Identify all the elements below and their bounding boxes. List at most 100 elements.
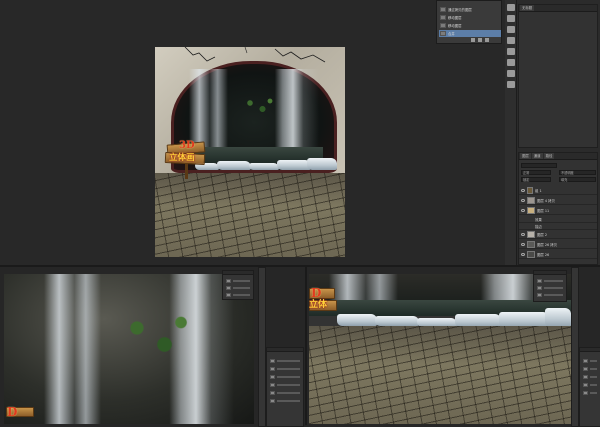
mini-row <box>226 292 250 297</box>
layer-row[interactable]: 图层 26 拷贝 <box>519 240 597 249</box>
pavement-closeup[interactable]: D 立体 <box>309 274 571 424</box>
properties-tabs: 无标题 <box>519 5 597 12</box>
layer-effect-row[interactable]: 效果 <box>519 216 597 223</box>
stone-pavement <box>309 326 571 424</box>
mini-label <box>277 399 300 402</box>
mini-label <box>233 293 250 296</box>
tab-channels[interactable]: 通道 <box>531 153 543 159</box>
document-canvas[interactable]: 3D 立体画 <box>155 47 345 257</box>
mini-row <box>583 374 597 379</box>
mini-label <box>277 359 300 362</box>
mini-layers <box>266 347 304 427</box>
history-icon[interactable] <box>507 4 515 11</box>
history-item-label: 移动图层 <box>448 24 462 28</box>
history-item-selected[interactable]: 合并 <box>439 30 501 37</box>
mini-label <box>544 286 563 289</box>
mini-label <box>544 293 563 296</box>
mini-label <box>590 367 597 370</box>
swatches-icon[interactable] <box>507 37 515 44</box>
tab-paths[interactable]: 路径 <box>543 153 555 159</box>
mini-label <box>544 279 563 282</box>
stone-pavement <box>155 173 345 257</box>
mini-thumb <box>583 390 588 395</box>
mini-row <box>583 366 597 371</box>
mini-label <box>590 375 597 378</box>
styles-icon[interactable] <box>507 48 515 55</box>
effect-name: 效果 <box>535 217 542 222</box>
ice-block <box>277 160 311 170</box>
mini-panel <box>222 270 254 300</box>
ice-block <box>545 308 571 327</box>
eye-icon[interactable] <box>521 208 525 212</box>
eye-icon[interactable] <box>521 242 525 246</box>
mini-row <box>270 382 300 387</box>
lock-row[interactable]: 锁定 <box>521 177 551 182</box>
eye-icon[interactable] <box>521 188 525 192</box>
character-icon[interactable] <box>507 70 515 77</box>
bottom-left-window: D <box>0 265 305 427</box>
layer-thumb <box>527 230 535 238</box>
eye-icon[interactable] <box>521 198 525 202</box>
mini-thumb <box>537 278 542 283</box>
mini-row <box>270 374 300 379</box>
layer-row[interactable]: 图层 2 <box>519 230 597 239</box>
ice-block <box>307 158 337 170</box>
adjust-icon[interactable] <box>507 26 515 33</box>
mini-label <box>277 375 300 378</box>
blend-mode-select[interactable]: 正常 <box>521 170 551 175</box>
properties-icon[interactable] <box>507 15 515 22</box>
mini-thumb <box>226 292 231 297</box>
history-item[interactable]: 移动图层 <box>439 22 501 29</box>
effect-name: 描边 <box>535 224 542 229</box>
mini-label <box>590 359 597 362</box>
history-thumb <box>440 31 446 36</box>
mini-row <box>270 358 300 363</box>
mini-thumb <box>583 358 588 363</box>
tab-layers[interactable]: 图层 <box>520 153 531 159</box>
mini-thumb <box>583 366 588 371</box>
ice-block <box>217 161 251 170</box>
brush-icon[interactable] <box>507 59 515 66</box>
layer-effect-row[interactable]: 描边 <box>519 223 597 230</box>
history-item[interactable]: 通过拷贝的图层 <box>439 6 501 13</box>
mini-thumb <box>270 366 275 371</box>
layer-row[interactable]: 图层 4 拷贝 <box>519 196 597 205</box>
mini-row <box>537 278 563 283</box>
mini-label <box>277 367 300 370</box>
layer-filter[interactable] <box>521 163 557 168</box>
mini-label <box>277 391 300 394</box>
properties-panel: 无标题 <box>518 4 598 148</box>
eye-icon[interactable] <box>521 252 525 256</box>
trash-icon[interactable] <box>485 38 489 42</box>
tab-untitled[interactable]: 无标题 <box>520 5 535 11</box>
panel-icon-column <box>505 0 517 265</box>
mini-label <box>277 383 300 386</box>
waterfall-closeup[interactable]: D <box>4 274 254 424</box>
layer-row[interactable]: 图层 26 <box>519 250 597 259</box>
history-item[interactable]: 移动图层 <box>439 14 501 21</box>
mini-row <box>270 390 300 395</box>
layers-tabs: 图层 通道 路径 <box>519 153 597 160</box>
snapshot-icon[interactable] <box>471 38 475 42</box>
paragraph-icon[interactable] <box>507 81 515 88</box>
eye-icon[interactable] <box>521 232 525 236</box>
mini-panel <box>533 270 567 302</box>
mini-thumb <box>270 390 275 395</box>
layer-thumb <box>527 196 535 204</box>
folder-icon <box>527 186 533 194</box>
layer-row[interactable]: 图层 11 <box>519 206 597 215</box>
mini-thumb <box>226 278 231 283</box>
mini-row <box>270 366 300 371</box>
history-thumb <box>440 7 446 12</box>
opacity-field[interactable]: 不透明度 <box>559 170 596 175</box>
mini-thumb <box>537 285 542 290</box>
mini-panel-bar <box>534 271 566 275</box>
mini-thumb <box>583 374 588 379</box>
ice-block <box>499 312 549 327</box>
fill-field[interactable]: 填充 <box>559 177 596 182</box>
layer-name: 图层 26 <box>537 252 550 257</box>
layer-row[interactable]: 组 1 <box>519 186 597 195</box>
layer-thumb <box>527 250 535 258</box>
sign-title-text: 立体画 <box>169 153 195 163</box>
camera-icon[interactable] <box>478 38 482 42</box>
